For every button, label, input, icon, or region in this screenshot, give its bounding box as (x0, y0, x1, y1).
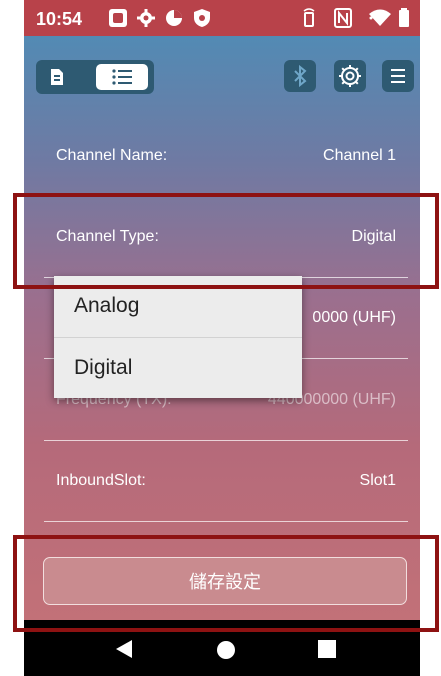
view-toggle (36, 60, 154, 94)
nfc-icon (334, 8, 352, 28)
battery-icon (399, 8, 409, 27)
channel-name-row[interactable]: Channel Name: Channel 1 (44, 116, 408, 197)
recents-icon[interactable] (318, 640, 336, 658)
shield-icon (194, 9, 210, 27)
inbound-slot-label: InboundSlot: (56, 472, 146, 489)
status-time: 10:54 (36, 9, 83, 29)
nfc-hand-icon (303, 8, 315, 27)
channel-type-dropdown: Analog Digital (54, 276, 302, 398)
settings-button[interactable] (334, 60, 366, 92)
pie-icon (166, 10, 182, 26)
settings-icon (339, 65, 361, 87)
channel-name-value: Channel 1 (323, 147, 396, 164)
app-screen: 10:54 Channel Name: Channel 1 Channel Ty… (24, 0, 420, 620)
inbound-slot-row[interactable]: InboundSlot: Slot1 (44, 441, 408, 522)
list-view-button[interactable] (96, 64, 148, 90)
home-icon[interactable] (216, 640, 236, 660)
bluetooth-button[interactable] (284, 60, 316, 92)
document-icon[interactable] (46, 66, 68, 88)
menu-icon (391, 69, 405, 83)
dropdown-option-label: Digital (74, 356, 133, 379)
wifi-icon (369, 9, 391, 26)
back-icon[interactable] (114, 638, 134, 660)
dropdown-option-digital[interactable]: Digital (54, 338, 302, 398)
highlight-save-button (13, 535, 439, 632)
app-icon (109, 9, 127, 27)
list-icon (112, 69, 132, 85)
status-bar: 10:54 (24, 0, 420, 36)
highlight-channel-type (13, 193, 439, 289)
gear-icon (137, 9, 155, 27)
channel-name-label: Channel Name: (56, 147, 168, 164)
menu-button[interactable] (382, 60, 414, 92)
bluetooth-icon (294, 64, 307, 88)
frequency-rx-value: 0000 (UHF) (312, 309, 396, 326)
inbound-slot-value: Slot1 (359, 472, 396, 489)
